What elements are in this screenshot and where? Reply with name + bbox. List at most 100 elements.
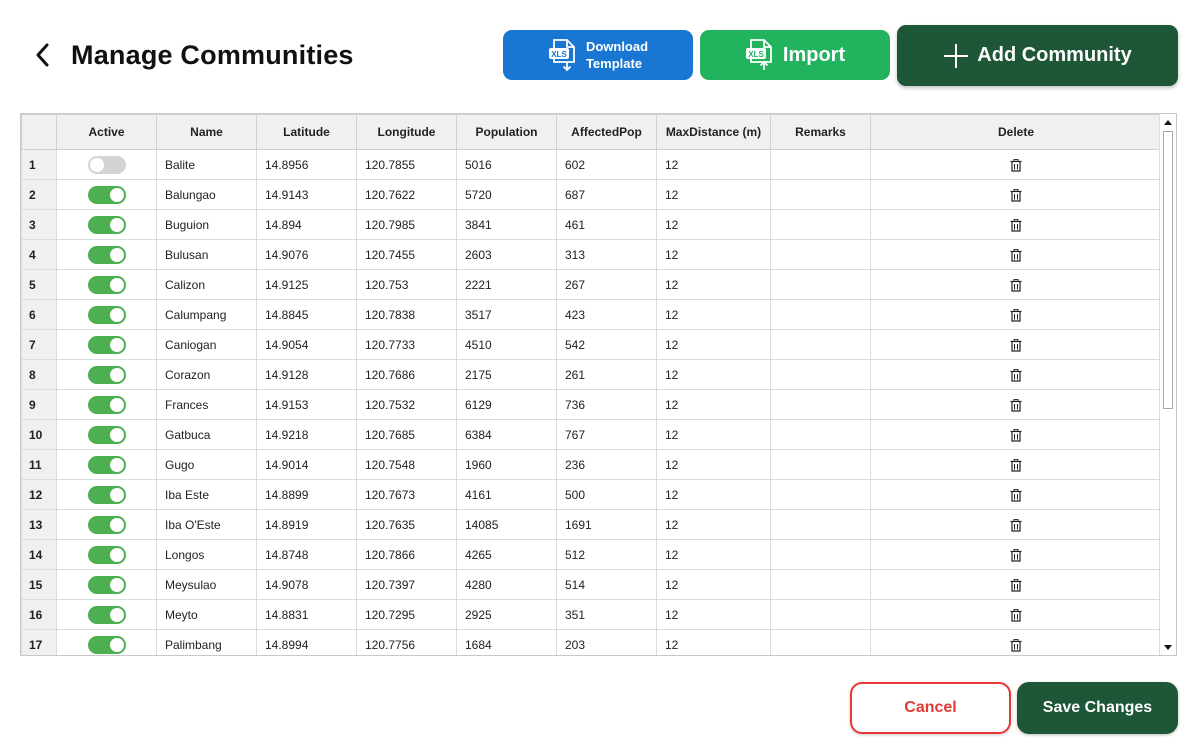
longitude-cell[interactable]: 120.7397 — [356, 569, 457, 600]
maxdistance-cell[interactable]: 12 — [656, 359, 771, 390]
name-cell[interactable]: Bulusan — [156, 239, 257, 270]
table-row[interactable]: 11 Gugo 14.9014 120.7548 1960 236 12 — [21, 449, 1162, 480]
population-cell[interactable]: 14085 — [456, 509, 557, 540]
active-toggle[interactable] — [87, 635, 126, 654]
name-cell[interactable]: Longos — [156, 539, 257, 570]
latitude-cell[interactable]: 14.9143 — [256, 179, 357, 210]
longitude-cell[interactable]: 120.7295 — [356, 599, 457, 630]
active-toggle[interactable] — [87, 575, 126, 594]
longitude-cell[interactable]: 120.7756 — [356, 629, 457, 655]
longitude-cell[interactable]: 120.7622 — [356, 179, 457, 210]
maxdistance-cell[interactable]: 12 — [656, 479, 771, 510]
longitude-cell[interactable]: 120.7855 — [356, 149, 457, 180]
name-cell[interactable]: Meyto — [156, 599, 257, 630]
population-cell[interactable]: 6129 — [456, 389, 557, 420]
column-header-active[interactable]: Active — [56, 114, 157, 150]
table-row[interactable]: 13 Iba O'Este 14.8919 120.7635 14085 1691 12 — [21, 509, 1162, 540]
column-header-corner[interactable] — [21, 114, 57, 150]
name-cell[interactable]: Iba O'Este — [156, 509, 257, 540]
delete-button[interactable] — [1010, 217, 1022, 232]
table-row[interactable]: 16 Meyto 14.8831 120.7295 2925 351 12 — [21, 599, 1162, 630]
name-cell[interactable]: Buguion — [156, 209, 257, 240]
column-header-latitude[interactable]: Latitude — [256, 114, 357, 150]
longitude-cell[interactable]: 120.7548 — [356, 449, 457, 480]
back-button[interactable] — [30, 40, 56, 70]
affectedpop-cell[interactable]: 736 — [556, 389, 657, 420]
latitude-cell[interactable]: 14.9076 — [256, 239, 357, 270]
affectedpop-cell[interactable]: 512 — [556, 539, 657, 570]
population-cell[interactable]: 4161 — [456, 479, 557, 510]
table-row[interactable]: 4 Bulusan 14.9076 120.7455 2603 313 12 — [21, 239, 1162, 270]
delete-button[interactable] — [1010, 457, 1022, 472]
name-cell[interactable]: Calizon — [156, 269, 257, 300]
name-cell[interactable]: Corazon — [156, 359, 257, 390]
delete-button[interactable] — [1010, 577, 1022, 592]
column-header-affectedpop[interactable]: AffectedPop — [556, 114, 657, 150]
remarks-cell[interactable] — [770, 149, 871, 180]
active-toggle[interactable] — [87, 335, 126, 354]
longitude-cell[interactable]: 120.7686 — [356, 359, 457, 390]
column-header-maxdistance[interactable]: MaxDistance (m) — [656, 114, 771, 150]
latitude-cell[interactable]: 14.8919 — [256, 509, 357, 540]
remarks-cell[interactable] — [770, 299, 871, 330]
remarks-cell[interactable] — [770, 209, 871, 240]
delete-button[interactable] — [1010, 307, 1022, 322]
population-cell[interactable]: 3841 — [456, 209, 557, 240]
scroll-down-arrow-icon[interactable] — [1160, 639, 1176, 655]
save-changes-button[interactable]: Save Changes — [1017, 682, 1178, 734]
latitude-cell[interactable]: 14.8899 — [256, 479, 357, 510]
affectedpop-cell[interactable]: 267 — [556, 269, 657, 300]
longitude-cell[interactable]: 120.7532 — [356, 389, 457, 420]
delete-button[interactable] — [1010, 547, 1022, 562]
delete-button[interactable] — [1010, 157, 1022, 172]
add-community-button[interactable]: Add Community — [897, 25, 1178, 86]
scroll-up-arrow-icon[interactable] — [1160, 114, 1176, 130]
affectedpop-cell[interactable]: 1691 — [556, 509, 657, 540]
name-cell[interactable]: Frances — [156, 389, 257, 420]
remarks-cell[interactable] — [770, 449, 871, 480]
population-cell[interactable]: 4510 — [456, 329, 557, 360]
affectedpop-cell[interactable]: 203 — [556, 629, 657, 655]
name-cell[interactable]: Balungao — [156, 179, 257, 210]
delete-button[interactable] — [1010, 487, 1022, 502]
import-button[interactable]: XLS Import — [700, 30, 890, 80]
cancel-button[interactable]: Cancel — [850, 682, 1011, 734]
latitude-cell[interactable]: 14.9128 — [256, 359, 357, 390]
maxdistance-cell[interactable]: 12 — [656, 629, 771, 655]
longitude-cell[interactable]: 120.7866 — [356, 539, 457, 570]
maxdistance-cell[interactable]: 12 — [656, 239, 771, 270]
name-cell[interactable]: Gatbuca — [156, 419, 257, 450]
delete-button[interactable] — [1010, 187, 1022, 202]
download-template-button[interactable]: XLS Download Template — [503, 30, 693, 80]
active-toggle[interactable] — [87, 485, 126, 504]
active-toggle[interactable] — [87, 365, 126, 384]
maxdistance-cell[interactable]: 12 — [656, 599, 771, 630]
remarks-cell[interactable] — [770, 179, 871, 210]
population-cell[interactable]: 2221 — [456, 269, 557, 300]
latitude-cell[interactable]: 14.9153 — [256, 389, 357, 420]
longitude-cell[interactable]: 120.7685 — [356, 419, 457, 450]
vertical-scrollbar[interactable] — [1159, 114, 1176, 655]
active-toggle[interactable] — [87, 545, 126, 564]
table-row[interactable]: 9 Frances 14.9153 120.7532 6129 736 12 — [21, 389, 1162, 420]
population-cell[interactable]: 5016 — [456, 149, 557, 180]
affectedpop-cell[interactable]: 313 — [556, 239, 657, 270]
population-cell[interactable]: 1684 — [456, 629, 557, 655]
name-cell[interactable]: Palimbang — [156, 629, 257, 655]
longitude-cell[interactable]: 120.7455 — [356, 239, 457, 270]
maxdistance-cell[interactable]: 12 — [656, 329, 771, 360]
name-cell[interactable]: Calumpang — [156, 299, 257, 330]
table-row[interactable]: 8 Corazon 14.9128 120.7686 2175 261 12 — [21, 359, 1162, 390]
active-toggle[interactable] — [87, 515, 126, 534]
name-cell[interactable]: Caniogan — [156, 329, 257, 360]
population-cell[interactable]: 1960 — [456, 449, 557, 480]
column-header-longitude[interactable]: Longitude — [356, 114, 457, 150]
maxdistance-cell[interactable]: 12 — [656, 449, 771, 480]
active-toggle[interactable] — [87, 215, 126, 234]
affectedpop-cell[interactable]: 767 — [556, 419, 657, 450]
delete-button[interactable] — [1010, 367, 1022, 382]
table-row[interactable]: 1 Balite 14.8956 120.7855 5016 602 12 — [21, 149, 1162, 180]
table-row[interactable]: 12 Iba Este 14.8899 120.7673 4161 500 12 — [21, 479, 1162, 510]
maxdistance-cell[interactable]: 12 — [656, 539, 771, 570]
scrollbar-thumb[interactable] — [1163, 131, 1173, 409]
